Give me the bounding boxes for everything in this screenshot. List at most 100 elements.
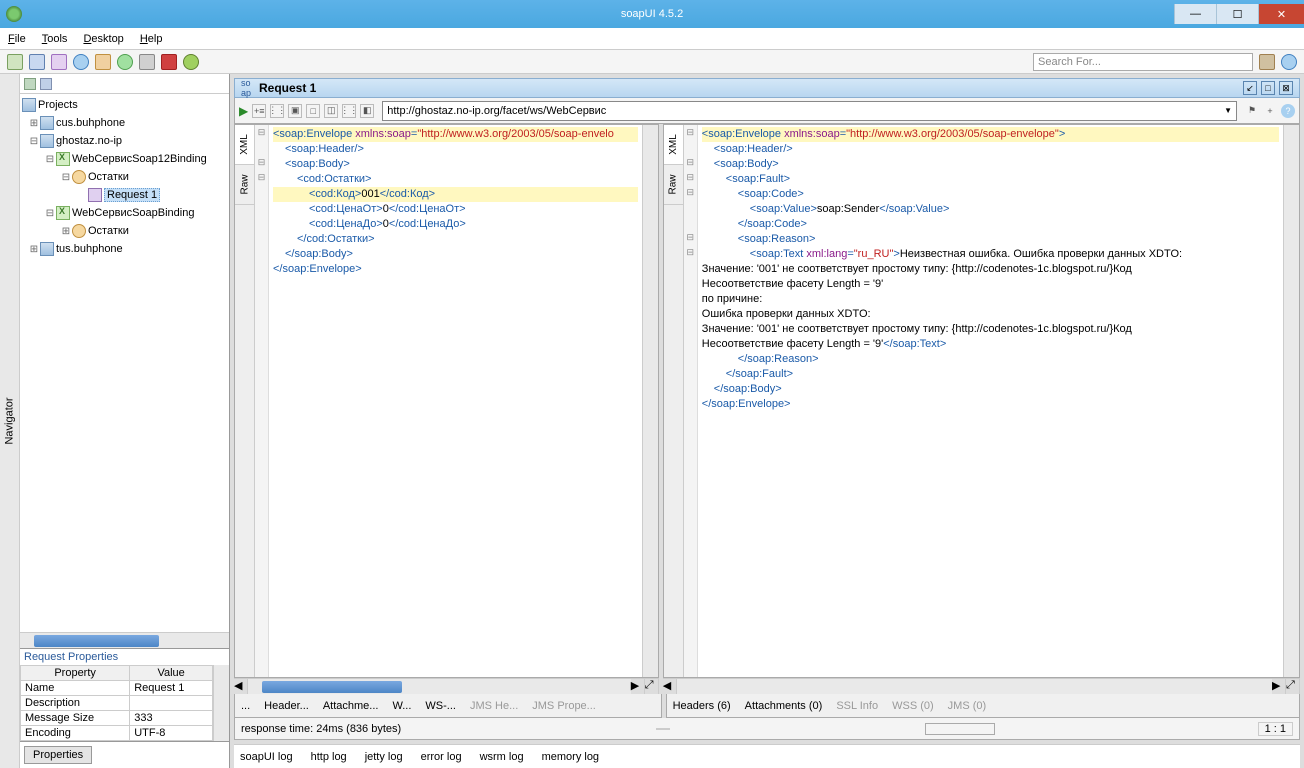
log-tab[interactable]: memory log	[542, 751, 599, 763]
new-icon[interactable]	[7, 54, 23, 70]
collapse-icon[interactable]: ⊟	[44, 208, 56, 219]
tree-item-selected[interactable]: Request 1	[20, 186, 229, 204]
collapse-icon[interactable]: ⊟	[44, 154, 56, 165]
maximize-button[interactable]: ☐	[1216, 4, 1258, 24]
project-tree[interactable]: Projects ⊞cus.buhphone ⊟ghostaz.no-ip ⊟W…	[20, 94, 229, 632]
tree-item[interactable]: ⊟Остатки	[20, 168, 229, 186]
tree-item[interactable]: ⊟WebСервисSoap12Binding	[20, 150, 229, 168]
expand-icon[interactable]: ⊞	[28, 118, 40, 129]
log-tab[interactable]: error log	[421, 751, 462, 763]
log-tab[interactable]: wsrm log	[480, 751, 524, 763]
collapse-icon[interactable]: ⊟	[60, 172, 72, 183]
editor-hscroll[interactable]: ◀▶⤢	[234, 678, 659, 694]
btab[interactable]: Attachments (0)	[745, 700, 823, 712]
response-editor: XML Raw ⊟⊟⊟⊟⊟⊟ <soap:Envelope xmlns:soap…	[663, 124, 1300, 678]
props-table[interactable]: PropertyValue NameRequest 1 Description …	[20, 665, 213, 741]
tool-icon[interactable]: ⋮⋮	[270, 104, 284, 118]
settings-icon[interactable]	[139, 54, 155, 70]
tree-item[interactable]: ⊟WebСервисSoapBinding	[20, 204, 229, 222]
menu-tools[interactable]: Tools	[34, 33, 76, 45]
run-button[interactable]: ▶	[239, 104, 248, 118]
btab[interactable]: WSS (0)	[892, 700, 934, 712]
request-icon	[88, 188, 102, 202]
refresh-icon[interactable]	[183, 54, 199, 70]
btab[interactable]: W...	[392, 700, 411, 712]
user-icon[interactable]	[95, 54, 111, 70]
tool-icon[interactable]: ⋮⋮	[342, 104, 356, 118]
properties-button[interactable]: Properties	[24, 746, 92, 764]
tool-icon[interactable]: ◫	[324, 104, 338, 118]
search-go-icon[interactable]	[1259, 54, 1275, 70]
maximize-panel-icon[interactable]: □	[1261, 81, 1275, 95]
btab[interactable]: Attachme...	[323, 700, 379, 712]
main-toolbar: Search For...	[0, 50, 1304, 74]
collapse-icon[interactable]: ⊟	[28, 136, 40, 147]
tab-xml[interactable]: XML	[664, 125, 683, 165]
about-icon[interactable]	[1281, 54, 1297, 70]
btab[interactable]: SSL Info	[836, 700, 878, 712]
help-icon[interactable]: ?	[1281, 104, 1295, 118]
tree-item[interactable]: ⊟ghostaz.no-ip	[20, 132, 229, 150]
interface-icon	[56, 152, 70, 166]
expand-icon[interactable]: ⊞	[28, 244, 40, 255]
tree-root[interactable]: Projects	[20, 96, 229, 114]
log-tab[interactable]: jetty log	[365, 751, 403, 763]
minimize-button[interactable]: —	[1174, 4, 1216, 24]
fold-gutter[interactable]: ⊟⊟⊟⊟⊟⊟	[684, 125, 698, 677]
search-input[interactable]: Search For...	[1033, 53, 1253, 71]
tree-item[interactable]: ⊞cus.buhphone	[20, 114, 229, 132]
btab[interactable]: Header...	[264, 700, 309, 712]
fold-gutter[interactable]: ⊟⊟⊟	[255, 125, 269, 677]
globe-icon[interactable]	[117, 54, 133, 70]
tab-raw[interactable]: Raw	[235, 165, 254, 205]
tool-icon[interactable]: □	[306, 104, 320, 118]
save-icon[interactable]	[29, 54, 45, 70]
close-panel-icon[interactable]: ⊠	[1279, 81, 1293, 95]
editor-vscroll[interactable]	[1283, 125, 1299, 677]
import-icon[interactable]	[51, 54, 67, 70]
nav-tool-icon[interactable]	[40, 78, 52, 90]
log-tab[interactable]: soapUI log	[240, 751, 293, 763]
request-properties: Request Properties PropertyValue NameReq…	[20, 648, 229, 741]
editor-hscroll[interactable]: ◀▶⤢	[663, 678, 1300, 694]
tree-hscroll[interactable]	[20, 632, 229, 648]
operation-icon	[72, 170, 86, 184]
proxy-icon[interactable]	[161, 54, 177, 70]
close-button[interactable]: ✕	[1258, 4, 1304, 24]
log-tab[interactable]: http log	[311, 751, 347, 763]
add-assertion-icon[interactable]: +≡	[252, 104, 266, 118]
request-tab[interactable]: soap Request 1 ↙ □ ⊠	[234, 78, 1300, 98]
tab-raw[interactable]: Raw	[664, 165, 683, 205]
btab[interactable]: JMS Prope...	[532, 700, 596, 712]
minimize-panel-icon[interactable]: ↙	[1243, 81, 1257, 95]
tool-icon[interactable]: ⚑	[1245, 104, 1259, 118]
response-xml[interactable]: <soap:Envelope xmlns:soap="http://www.w3…	[698, 125, 1283, 677]
btab[interactable]: WS-...	[425, 700, 456, 712]
menu-file[interactable]: File	[0, 33, 34, 45]
props-vscroll[interactable]	[213, 665, 229, 741]
tab-xml[interactable]: XML	[235, 125, 254, 165]
btab[interactable]: ...	[241, 700, 250, 712]
title-bar: soapUI 4.5.2 — ☐ ✕	[0, 0, 1304, 28]
menu-help[interactable]: Help	[132, 33, 171, 45]
add-icon[interactable]: +	[1263, 104, 1277, 118]
endpoint-input[interactable]: http://ghostaz.no-ip.org/facet/ws/WebСер…	[382, 101, 1237, 121]
navigator-toolbar	[20, 74, 229, 94]
editor-vscroll[interactable]	[642, 125, 658, 677]
btab[interactable]: JMS He...	[470, 700, 518, 712]
expand-icon[interactable]: ⊞	[60, 226, 72, 237]
nav-tool-icon[interactable]	[24, 78, 36, 90]
tree-item[interactable]: ⊞Остатки	[20, 222, 229, 240]
btab[interactable]: Headers (6)	[673, 700, 731, 712]
request-xml[interactable]: <soap:Envelope xmlns:soap="http://www.w3…	[269, 125, 642, 677]
table-row: Message Size333	[21, 711, 213, 726]
help-icon[interactable]	[73, 54, 89, 70]
interface-icon	[56, 206, 70, 220]
dropdown-icon[interactable]: ▼	[1224, 106, 1232, 115]
tree-item[interactable]: ⊞tus.buhphone	[20, 240, 229, 258]
tool-icon[interactable]: ▣	[288, 104, 302, 118]
btab[interactable]: JMS (0)	[948, 700, 987, 712]
navigator-strip[interactable]: Navigator	[0, 74, 20, 768]
menu-desktop[interactable]: Desktop	[75, 33, 131, 45]
tool-icon[interactable]: ◧	[360, 104, 374, 118]
